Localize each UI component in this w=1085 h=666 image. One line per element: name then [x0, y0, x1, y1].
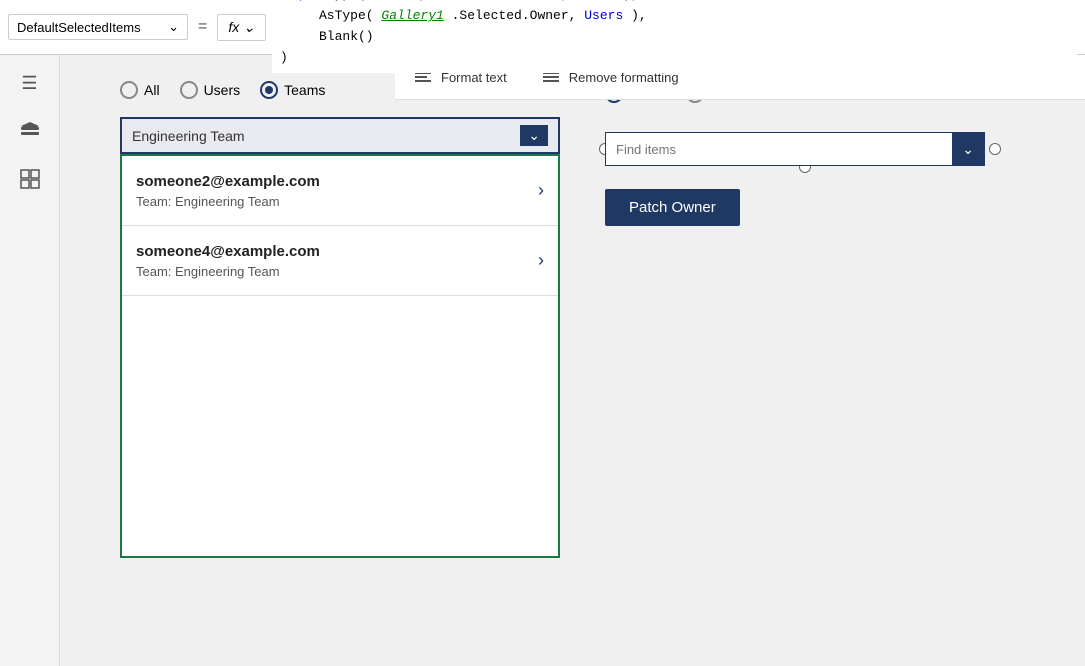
property-dropdown[interactable]: DefaultSelectedItems ⌄ — [8, 14, 188, 40]
code-line-2: AsType( Gallery1 .Selected.Owner, Users … — [280, 6, 1069, 27]
gallery-item-1-info: someone4@example.com Team: Engineering T… — [136, 243, 320, 279]
gallery-item-1[interactable]: someone4@example.com Team: Engineering T… — [122, 226, 558, 296]
team-dropdown[interactable]: Engineering Team ⌄ — [120, 117, 560, 154]
gallery-item-1-chevron: › — [538, 250, 544, 271]
sidebar-grid-icon[interactable] — [14, 163, 46, 195]
format-text-icon — [415, 72, 431, 82]
patch-owner-button[interactable]: Patch Owner — [605, 189, 740, 226]
patch-owner-label: Patch Owner — [629, 199, 716, 216]
property-dropdown-label: DefaultSelectedItems — [17, 20, 141, 35]
radio-users[interactable]: Users — [180, 81, 241, 99]
radio-teams-circle — [260, 81, 278, 99]
gallery-item-0-team: Team: Engineering Team — [136, 194, 320, 209]
sidebar: ☰ — [0, 55, 60, 666]
code-line-4: ) — [280, 48, 1069, 69]
radio-users-circle — [180, 81, 198, 99]
radio-users-label: Users — [204, 82, 241, 98]
left-panel: All Users Teams Engineering Team ⌄ someo… — [120, 75, 560, 646]
right-panel: Users Teams ⌄ Patch Owner — [605, 85, 985, 226]
radio-teams-dot — [265, 86, 273, 94]
remove-formatting-icon — [543, 72, 559, 82]
fx-button[interactable]: fx ⌄ — [217, 14, 266, 41]
radio-teams-label: Teams — [284, 82, 325, 98]
gallery-item-0-info: someone2@example.com Team: Engineering T… — [136, 173, 320, 209]
team-dropdown-value: Engineering Team — [132, 128, 245, 144]
radio-all-circle — [120, 81, 138, 99]
sidebar-hamburger-icon[interactable]: ☰ — [14, 67, 46, 99]
gallery-item-1-email: someone4@example.com — [136, 243, 320, 260]
slider-dot-right[interactable] — [989, 143, 1001, 155]
gallery-list: someone2@example.com Team: Engineering T… — [120, 154, 560, 558]
search-input-row: ⌄ — [605, 132, 985, 166]
code-line-3: Blank() — [280, 27, 1069, 48]
radio-all-label: All — [144, 82, 160, 98]
slider-search-area: ⌄ — [605, 119, 985, 179]
sidebar-layers-icon[interactable] — [14, 115, 46, 147]
search-dropdown-btn[interactable]: ⌄ — [952, 133, 984, 165]
gallery-item-0-chevron: › — [538, 180, 544, 201]
canvas-area: All Users Teams Engineering Team ⌄ someo… — [60, 55, 1085, 666]
formula-bar: DefaultSelectedItems ⌄ = fx ⌄ If( IsType… — [0, 0, 1085, 55]
equals-sign: = — [194, 18, 211, 36]
chevron-down-icon: ⌄ — [168, 19, 179, 35]
team-dropdown-arrow: ⌄ — [520, 125, 548, 146]
gallery-empty-area — [122, 296, 558, 556]
gallery-item-1-team: Team: Engineering Team — [136, 264, 320, 279]
formula-code-area[interactable]: If( IsType( Gallery1 .Selected.Owner, Us… — [272, 0, 1077, 73]
search-input[interactable] — [606, 138, 952, 161]
gallery-item-0-email: someone2@example.com — [136, 173, 320, 190]
radio-teams[interactable]: Teams — [260, 81, 325, 99]
fx-chevron-icon: ⌄ — [243, 19, 255, 36]
fx-label: fx — [228, 19, 239, 35]
radio-all[interactable]: All — [120, 81, 160, 99]
gallery-item-0[interactable]: someone2@example.com Team: Engineering T… — [122, 156, 558, 226]
